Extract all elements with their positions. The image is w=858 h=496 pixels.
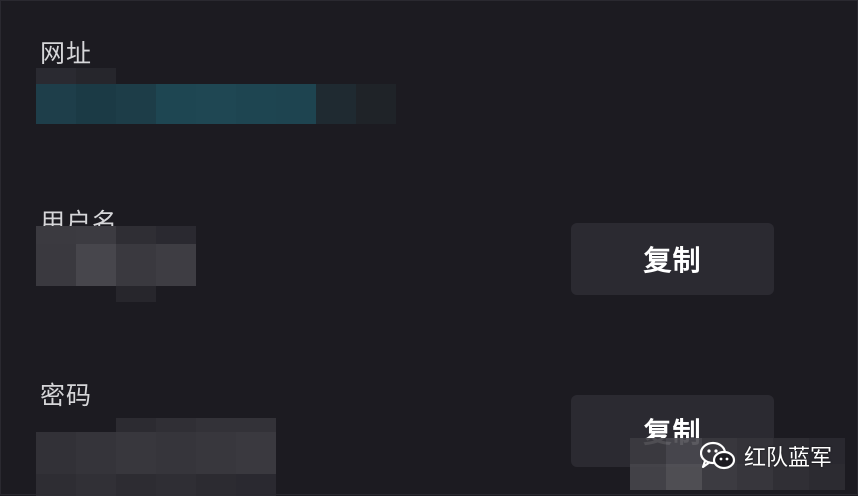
copy-username-button[interactable]: 复制 (571, 223, 774, 295)
username-value-redacted (36, 226, 196, 302)
password-label: 密码 (40, 381, 93, 410)
password-value-redacted (36, 418, 276, 496)
watermark-text: 红队蓝军 (744, 446, 833, 471)
wechat-icon (699, 441, 736, 471)
url-value-redacted (36, 68, 396, 124)
watermark: 红队蓝军 (699, 436, 833, 476)
url-label: 网址 (40, 39, 93, 68)
